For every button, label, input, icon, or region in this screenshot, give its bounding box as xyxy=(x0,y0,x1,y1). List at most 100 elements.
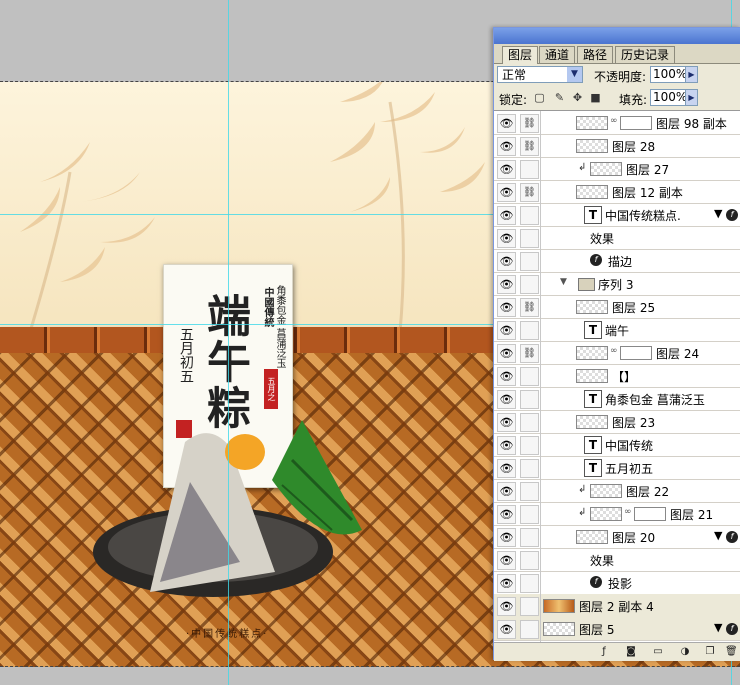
visibility-eye-icon[interactable]: 👁 xyxy=(497,137,516,156)
opacity-arrow-icon[interactable]: ▶ xyxy=(685,66,698,83)
visibility-eye-icon[interactable]: 👁 xyxy=(497,436,516,455)
layer-row[interactable]: 👁 T 中国传统糕点. ▼ f xyxy=(494,203,740,227)
link-slot[interactable] xyxy=(520,321,539,340)
lock-move-icon[interactable]: ✥ xyxy=(571,91,584,104)
visibility-eye-icon[interactable]: 👁 xyxy=(497,298,516,317)
fill-arrow-icon[interactable]: ▶ xyxy=(685,89,698,106)
layer-row[interactable]: 👁 ↲ ∞ 图层 21 xyxy=(494,502,740,526)
layer-row[interactable]: 👁 图层 2 副本 4 xyxy=(494,594,740,618)
layer-list[interactable]: 👁 ⛓ ∞ 图层 98 副本 👁 ⛓ 图层 28 👁 ↲ 图层 27 👁 ⛓ 图层 12 副本 👁 T 中国传… xyxy=(494,110,740,643)
layer-row[interactable]: 👁 ⛓ 图层 28 xyxy=(494,134,740,158)
new-group-icon[interactable]: ▭ xyxy=(652,646,664,658)
layer-row[interactable]: 👁 T 五月初五 xyxy=(494,456,740,480)
visibility-eye-icon[interactable]: 👁 xyxy=(497,528,516,547)
new-layer-icon[interactable]: ❐ xyxy=(704,646,716,658)
layer-name[interactable]: 图层 27 xyxy=(626,161,669,178)
tab-history[interactable]: 历史记录 xyxy=(615,46,676,63)
tab-channels[interactable]: 通道 xyxy=(539,46,576,63)
link-slot[interactable] xyxy=(520,459,539,478)
layer-row[interactable]: 👁 ⛓ ∞ 图层 24 xyxy=(494,341,740,365)
chevron-down-icon[interactable]: ▼ xyxy=(567,67,582,82)
layer-name[interactable]: 图层 28 xyxy=(612,138,655,155)
trash-icon[interactable]: 🗑 xyxy=(725,646,738,658)
layer-row[interactable]: 👁 ↲ 图层 22 xyxy=(494,479,740,503)
layer-name[interactable]: 中国传统 xyxy=(605,437,653,454)
layer-row[interactable]: 👁 ↲ 图层 27 xyxy=(494,157,740,181)
link-slot[interactable] xyxy=(520,551,539,570)
layer-row[interactable]: 👁 T 中国传统 xyxy=(494,433,740,457)
link-slot[interactable] xyxy=(520,413,539,432)
visibility-eye-icon[interactable]: 👁 xyxy=(497,275,516,294)
visibility-eye-icon[interactable]: 👁 xyxy=(497,114,516,133)
layer-row[interactable]: 👁 图层 20 ▼ f xyxy=(494,525,740,549)
link-slot[interactable] xyxy=(520,275,539,294)
visibility-eye-icon[interactable]: 👁 xyxy=(497,183,516,202)
visibility-eye-icon[interactable]: 👁 xyxy=(497,597,516,616)
layer-name[interactable]: 描边 xyxy=(608,253,632,270)
link-slot[interactable] xyxy=(520,574,539,593)
layer-row[interactable]: 👁 ⛓ 图层 25 xyxy=(494,295,740,319)
panel-titlebar[interactable] xyxy=(494,28,740,44)
mask-link-icon[interactable]: ∞ xyxy=(624,507,632,517)
link-chain-icon[interactable]: ⛓ xyxy=(520,114,539,133)
visibility-eye-icon[interactable]: 👁 xyxy=(497,321,516,340)
layer-row[interactable]: 👁 ⛓ 图层 12 副本 xyxy=(494,180,740,204)
layer-name[interactable]: 效果 xyxy=(590,552,614,569)
link-slot[interactable] xyxy=(520,436,539,455)
visibility-eye-icon[interactable]: 👁 xyxy=(497,229,516,248)
tab-layers[interactable]: 图层 xyxy=(502,46,539,64)
layer-name[interactable]: 图层 12 副本 xyxy=(612,184,683,201)
layer-name[interactable]: 图层 24 xyxy=(656,345,699,362)
visibility-eye-icon[interactable]: 👁 xyxy=(497,206,516,225)
fx-indicator-icon[interactable]: ▼ f xyxy=(714,207,738,221)
layer-name[interactable]: 图层 22 xyxy=(626,483,669,500)
layer-name[interactable]: 中国传统糕点. xyxy=(605,207,681,224)
layer-name[interactable]: 效果 xyxy=(590,230,614,247)
link-slot[interactable] xyxy=(520,482,539,501)
link-slot[interactable] xyxy=(520,390,539,409)
layer-name[interactable]: 图层 5 xyxy=(579,621,614,638)
layer-name[interactable]: 图层 25 xyxy=(612,299,655,316)
visibility-eye-icon[interactable]: 👁 xyxy=(497,459,516,478)
layer-name[interactable]: 投影 xyxy=(608,575,632,592)
guide-vertical[interactable] xyxy=(228,0,229,685)
layer-row[interactable]: 👁 图层 23 xyxy=(494,410,740,434)
link-slot[interactable] xyxy=(520,505,539,524)
link-slot[interactable] xyxy=(520,597,539,616)
layer-name[interactable]: 图层 98 副本 xyxy=(656,115,727,132)
link-slot[interactable] xyxy=(520,620,539,639)
lock-all-icon[interactable]: ■ xyxy=(589,91,602,104)
layer-name[interactable]: 图层 2 副本 4 xyxy=(579,598,654,615)
adjustment-layer-icon[interactable]: ◑ xyxy=(679,646,691,658)
layer-name[interactable]: 图层 23 xyxy=(612,414,655,431)
visibility-eye-icon[interactable]: 👁 xyxy=(497,413,516,432)
layer-style-icon[interactable]: ƒ xyxy=(598,646,610,658)
visibility-eye-icon[interactable]: 👁 xyxy=(497,482,516,501)
layer-name[interactable]: 序列 3 xyxy=(598,276,633,293)
fx-indicator-icon[interactable]: ▼ f xyxy=(714,621,738,635)
link-slot[interactable] xyxy=(520,252,539,271)
layer-row[interactable]: 👁 T 端午 xyxy=(494,318,740,342)
blend-mode-select[interactable]: 正常 ▼ xyxy=(497,66,583,83)
visibility-eye-icon[interactable]: 👁 xyxy=(497,574,516,593)
layer-name[interactable]: 【】 xyxy=(612,368,636,385)
visibility-eye-icon[interactable]: 👁 xyxy=(497,620,516,639)
visibility-eye-icon[interactable]: 👁 xyxy=(497,367,516,386)
layer-row[interactable]: 👁 ▼ 序列 3 xyxy=(494,272,740,296)
visibility-eye-icon[interactable]: 👁 xyxy=(497,390,516,409)
layer-name[interactable]: 端午 xyxy=(605,322,629,339)
visibility-eye-icon[interactable]: 👁 xyxy=(497,252,516,271)
layer-row[interactable]: 👁 f 描边 xyxy=(494,249,740,273)
layer-row[interactable]: 👁 图层 5 ▼ f xyxy=(494,617,740,641)
link-slot[interactable] xyxy=(520,528,539,547)
layer-row[interactable]: 👁 T 角黍包金 菖蒲泛玉 xyxy=(494,387,740,411)
layer-row[interactable]: 👁 【】 xyxy=(494,364,740,388)
mask-link-icon[interactable]: ∞ xyxy=(610,116,618,126)
visibility-eye-icon[interactable]: 👁 xyxy=(497,505,516,524)
fx-indicator-icon[interactable]: ▼ f xyxy=(714,529,738,543)
link-chain-icon[interactable]: ⛓ xyxy=(520,183,539,202)
link-slot[interactable] xyxy=(520,206,539,225)
link-slot[interactable] xyxy=(520,367,539,386)
expand-triangle-icon[interactable]: ▼ xyxy=(560,277,567,287)
mask-link-icon[interactable]: ∞ xyxy=(610,346,618,356)
